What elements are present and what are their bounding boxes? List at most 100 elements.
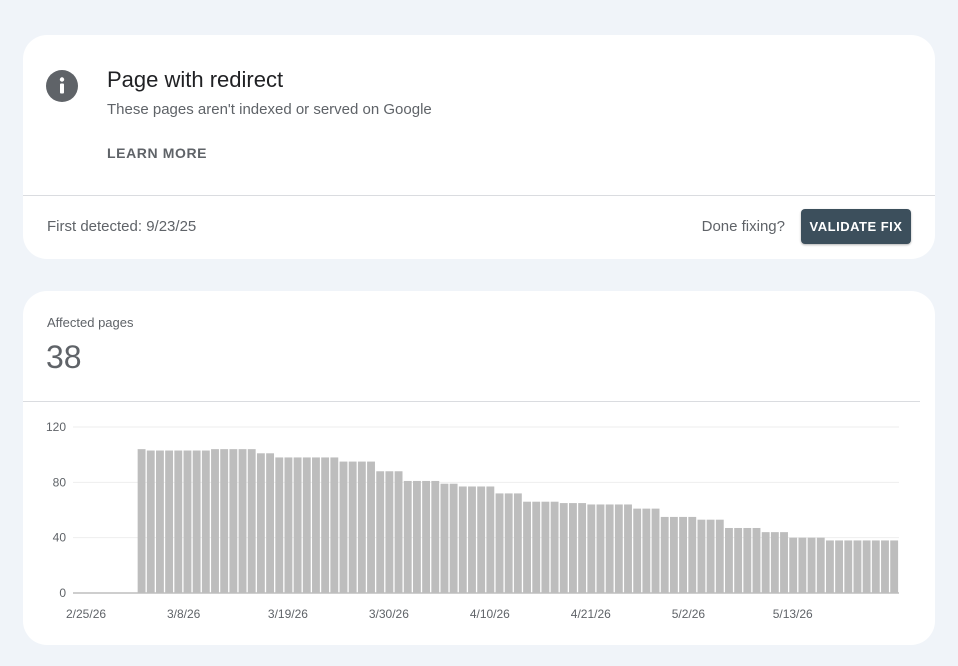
- chart-bar: [780, 532, 788, 593]
- chart-bar: [403, 480, 412, 593]
- chart-bar: [624, 504, 632, 593]
- chart-bar: [816, 537, 825, 593]
- chart-bar: [174, 450, 183, 593]
- x-tick-label: 4/21/26: [571, 607, 611, 621]
- chart-bar: [321, 457, 330, 593]
- chart-bar: [376, 471, 385, 593]
- chart-bar: [605, 504, 614, 593]
- chart-bar: [486, 486, 495, 593]
- info-icon: [46, 70, 78, 102]
- chart-bar: [881, 540, 889, 593]
- chart-bar: [275, 457, 284, 593]
- chart-bar: [211, 449, 219, 593]
- chart-bar: [284, 457, 293, 593]
- y-tick-label: 80: [53, 475, 67, 489]
- x-tick-label: 4/10/26: [470, 607, 510, 621]
- issue-card: Page with redirect These pages aren't in…: [23, 35, 935, 259]
- chart-bar: [367, 461, 375, 593]
- issue-title: Page with redirect: [107, 67, 284, 92]
- chart-bar: [468, 486, 476, 593]
- chart-bar: [596, 504, 605, 593]
- chart-bar: [697, 519, 706, 593]
- chart-bar: [312, 457, 320, 593]
- x-tick-label: 5/13/26: [773, 607, 813, 621]
- chart-bar: [789, 537, 798, 593]
- chart-bar: [807, 537, 816, 593]
- chart-bar: [422, 480, 431, 593]
- chart-bar: [229, 449, 238, 593]
- chart-bar: [431, 480, 440, 593]
- chart-bar: [890, 540, 899, 593]
- y-tick-label: 40: [53, 531, 67, 545]
- chart-bar: [477, 486, 486, 593]
- chart-bar: [495, 493, 504, 593]
- y-tick-label: 0: [59, 586, 66, 600]
- chart-bar: [440, 483, 449, 593]
- chart-bar: [862, 540, 871, 593]
- chart-bar: [513, 493, 522, 593]
- chart-bar: [743, 527, 752, 593]
- issue-divider: [23, 195, 935, 196]
- chart-bar: [532, 501, 541, 593]
- x-tick-label: 5/2/26: [672, 607, 706, 621]
- x-tick-label: 3/8/26: [167, 607, 201, 621]
- affected-pages-chart: 0 40 80 120 2/25/26 3/8/26 3/19/26 3/30/26 4/10/…: [46, 420, 899, 621]
- chart-bar: [504, 493, 513, 593]
- x-tick-label: 2/25/26: [66, 607, 106, 621]
- chart-bar: [394, 471, 403, 593]
- affected-pages-card: Affected pages 38 0 40 80 120 2/25/26 3/8/26 3…: [23, 291, 935, 645]
- chart-bar: [825, 540, 834, 593]
- chart-bar: [798, 537, 807, 593]
- chart-bar: [679, 516, 688, 593]
- chart-bar: [835, 540, 844, 593]
- chart-bar: [587, 504, 596, 593]
- affected-pages-count: 38: [46, 339, 82, 375]
- chart-bar: [669, 516, 678, 593]
- chart-bar: [449, 483, 458, 593]
- chart-bar: [256, 453, 265, 593]
- chart-bar: [339, 461, 348, 593]
- chart-bar: [725, 527, 733, 593]
- done-fixing-text: Done fixing?: [701, 218, 785, 235]
- chart-bar: [156, 450, 164, 593]
- chart-bar: [853, 540, 862, 593]
- x-tick-label: 3/30/26: [369, 607, 409, 621]
- chart-bar: [844, 540, 853, 593]
- chart-bar: [578, 503, 587, 593]
- chart-bar: [137, 449, 146, 593]
- chart-bar: [238, 449, 247, 593]
- chart-bar: [569, 503, 577, 593]
- chart-bar: [165, 450, 174, 593]
- chart-bar: [523, 501, 531, 593]
- validate-fix-button[interactable]: VALIDATE FIX: [801, 209, 911, 244]
- chart-bar: [220, 449, 229, 593]
- chart-bar: [734, 527, 743, 593]
- chart-bar: [293, 457, 302, 593]
- learn-more-link[interactable]: LEARN MORE: [107, 145, 207, 161]
- y-tick-label: 120: [46, 420, 66, 434]
- chart-bar: [302, 457, 311, 593]
- chart-bar: [541, 501, 550, 593]
- affected-pages-label: Affected pages: [47, 315, 134, 330]
- chart-bar: [183, 450, 192, 593]
- chart-bar: [614, 504, 623, 593]
- chart-bar: [660, 516, 669, 593]
- chart-bar: [550, 501, 559, 593]
- chart-bar: [633, 508, 642, 593]
- chart-bar: [715, 519, 724, 593]
- chart-bar: [458, 486, 467, 593]
- chart-bar: [266, 453, 275, 593]
- chart-bar: [385, 471, 394, 593]
- chart-bar: [688, 516, 697, 593]
- chart-bar: [871, 540, 880, 593]
- chart-bar: [559, 503, 568, 593]
- chart-bar: [706, 519, 715, 593]
- chart-bar: [192, 450, 201, 593]
- x-tick-label: 3/19/26: [268, 607, 308, 621]
- chart-bar: [770, 532, 779, 593]
- issue-subtitle: These pages aren't indexed or served on …: [107, 101, 432, 118]
- chart-bar: [752, 527, 761, 593]
- chart-bar: [642, 508, 651, 593]
- chart-bar: [761, 532, 770, 593]
- chart-bar: [651, 508, 660, 593]
